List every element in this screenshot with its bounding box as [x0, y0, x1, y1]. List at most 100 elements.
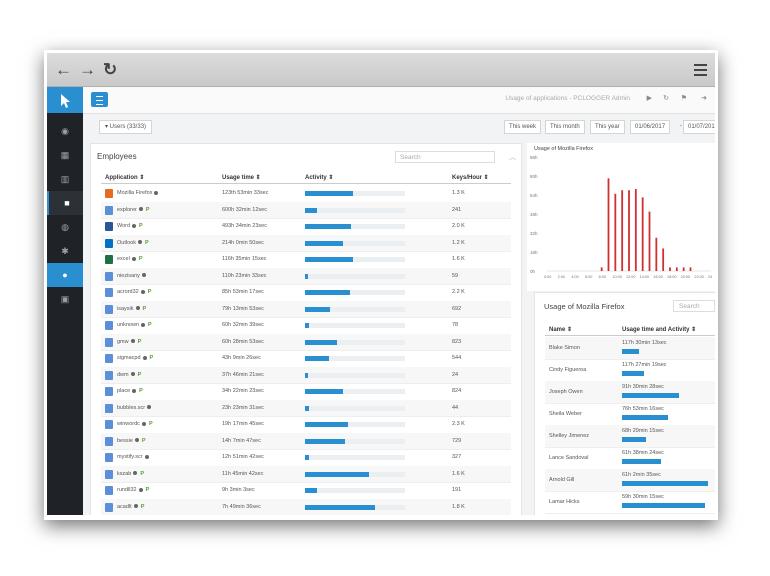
chart-bar[interactable] — [600, 267, 603, 271]
info-icon[interactable] — [154, 190, 159, 195]
table-row[interactable]: Mozilla Firefox 123th 53min 33sec 1.3 K — [101, 185, 511, 203]
application-icon — [105, 321, 113, 330]
info-icon[interactable] — [138, 487, 143, 492]
chart-bar[interactable] — [682, 267, 685, 271]
table-row[interactable]: dwm P 37h 46min 21sec 24 — [101, 366, 511, 384]
table-row[interactable]: isaysik P 79h 13min 53sec 692 — [101, 300, 511, 318]
chevron-up-icon[interactable]: ︿ — [509, 152, 516, 162]
chart-bar[interactable] — [648, 211, 651, 271]
table-row[interactable]: Shelley Jimenez 68h 29min 15sec — [545, 425, 715, 448]
refresh-icon[interactable]: ↻ — [663, 94, 669, 102]
info-icon[interactable] — [135, 306, 140, 311]
chat-icon[interactable]: ● — [47, 263, 83, 287]
table-row[interactable]: Cindy Figueroa 117h 27min 19sec — [545, 359, 715, 382]
table-row[interactable]: sigmacpd P 43h 9min 26sec 544 — [101, 350, 511, 368]
bar-chart-icon[interactable]: ▥ — [47, 167, 83, 191]
info-icon[interactable] — [144, 454, 149, 459]
reload-icon[interactable]: ↻ — [103, 60, 117, 80]
dashboard-icon[interactable]: ◉ — [47, 119, 83, 143]
info-icon[interactable] — [130, 372, 135, 377]
calendar-icon[interactable]: ▦ — [47, 143, 83, 167]
info-icon[interactable] — [132, 388, 137, 393]
info-icon[interactable] — [141, 273, 146, 278]
info-icon[interactable] — [130, 339, 135, 344]
chart-bar[interactable] — [662, 248, 665, 271]
arrow-left-icon[interactable]: ← — [55, 60, 72, 80]
gear-icon[interactable]: ✱ — [47, 239, 83, 263]
info-icon[interactable] — [141, 421, 146, 426]
column-header-keys-hour[interactable]: Keys/Hour ⇕ — [452, 174, 489, 181]
table-row[interactable]: Lance Sandoval 61h 38min 24sec — [545, 447, 715, 470]
table-row[interactable]: explorer P 600h 32min 12sec 241 — [101, 201, 511, 219]
info-icon[interactable] — [138, 207, 143, 212]
info-icon[interactable] — [133, 471, 138, 476]
keys-per-hour: 2.0 K — [452, 223, 465, 229]
table-row[interactable]: place P 34h 22min 23sec 824 — [101, 383, 511, 401]
hamburger-button[interactable] — [91, 92, 108, 107]
table-row[interactable]: acadlt P 7h 49min 36sec 1.8 K — [101, 498, 511, 515]
column-header-name[interactable]: Name ⇕ — [549, 326, 572, 333]
table-row[interactable]: mystify.scr 12h 51min 42sec 327 — [101, 449, 511, 467]
info-icon[interactable] — [147, 405, 152, 410]
table-row[interactable]: gmw P 60h 28min 53sec 823 — [101, 333, 511, 351]
table-row[interactable]: Arnold Gill 61h 2min 35sec — [545, 469, 715, 492]
info-icon[interactable] — [141, 322, 146, 327]
chart-bar[interactable] — [607, 178, 610, 271]
column-header-usage-time[interactable]: Usage time ⇕ — [222, 174, 261, 181]
play-icon[interactable]: ▶ — [647, 94, 652, 102]
chart-bar[interactable] — [628, 190, 630, 271]
table-row[interactable]: Outlook P 214h 0min 50sec 1.2 K — [101, 234, 511, 252]
this-year-button[interactable]: This year — [590, 120, 625, 134]
globe-icon[interactable]: ◍ — [47, 215, 83, 239]
info-icon[interactable] — [133, 504, 138, 509]
table-row[interactable]: Blake Simon 117h 30min 13sec — [545, 337, 715, 360]
chart-bar[interactable] — [669, 267, 671, 271]
table-row[interactable]: bessie P 14h 7min 47sec 729 — [101, 432, 511, 450]
date-from-input[interactable]: 01/06/2017 — [630, 120, 671, 134]
table-row[interactable]: excel P 116h 35min 15sec 1.6 K — [101, 251, 511, 269]
info-icon[interactable] — [132, 223, 137, 228]
info-icon[interactable] — [131, 256, 136, 261]
column-header-activity[interactable]: Activity ⇕ — [305, 174, 333, 181]
search-input[interactable]: Search — [395, 151, 495, 163]
menu-icon[interactable] — [694, 64, 707, 79]
table-row[interactable]: bubbles.scr 23h 23min 31sec 44 — [101, 399, 511, 417]
info-icon[interactable] — [134, 438, 139, 443]
windows-icon[interactable]: ■ — [47, 191, 85, 215]
table-row[interactable]: Sheila Weber 76h 53min 16sec — [545, 403, 715, 426]
table-row[interactable]: niezisany 110h 23min 33sec 59 — [101, 267, 511, 285]
productive-badge: P — [137, 338, 142, 345]
info-icon[interactable] — [137, 240, 142, 245]
video-icon[interactable]: ▣ — [47, 287, 83, 311]
table-row[interactable]: Lamar Hicks 59h 30min 15sec — [545, 491, 715, 514]
chart-bar[interactable] — [614, 193, 617, 271]
logout-icon[interactable]: ➜ — [701, 94, 707, 102]
this-week-button[interactable]: This week — [504, 120, 542, 134]
date-to-input[interactable]: 01/07/2017 — [683, 120, 715, 134]
activity-bar — [305, 257, 405, 262]
table-row[interactable]: rundll32 P 9h 3min 3sec 191 — [101, 482, 511, 500]
table-row[interactable]: unknown P 60h 32min 39sec 78 — [101, 317, 511, 335]
table-row[interactable]: kszab P 11h 45min 42sec 1.6 K — [101, 465, 511, 483]
chart-bar[interactable] — [675, 267, 678, 271]
app-logo[interactable] — [47, 87, 83, 113]
info-icon[interactable] — [140, 289, 145, 294]
table-row[interactable]: Word P 493h 34min 23sec 2.0 K — [101, 218, 511, 236]
chart-bar[interactable] — [634, 189, 637, 271]
chart-bar[interactable] — [621, 190, 624, 271]
this-month-button[interactable]: This month — [545, 120, 585, 134]
chart-bar[interactable] — [655, 237, 658, 271]
arrow-right-icon[interactable]: → — [79, 60, 96, 80]
info-icon[interactable] — [142, 355, 147, 360]
chart-bar[interactable] — [689, 267, 692, 271]
chart-bar[interactable] — [641, 197, 644, 271]
table-row[interactable]: acrord32 P 85h 53min 17sec 2.2 K — [101, 284, 511, 302]
table-row[interactable]: Joseph Owen 91h 30min 28sec — [545, 381, 715, 404]
users-filter-button[interactable]: ▾ Users (33/33) — [99, 120, 153, 134]
keys-per-hour: 1.3 K — [452, 190, 465, 196]
flag-icon[interactable]: ⚑ — [681, 94, 687, 102]
search-input[interactable]: Search — [673, 300, 715, 312]
column-header-application[interactable]: Application ⇕ — [105, 174, 144, 181]
table-row[interactable]: winwordc P 19h 17min 45sec 2.3 K — [101, 416, 511, 434]
column-header-usage-activity[interactable]: Usage time and Activity ⇕ — [622, 326, 696, 333]
